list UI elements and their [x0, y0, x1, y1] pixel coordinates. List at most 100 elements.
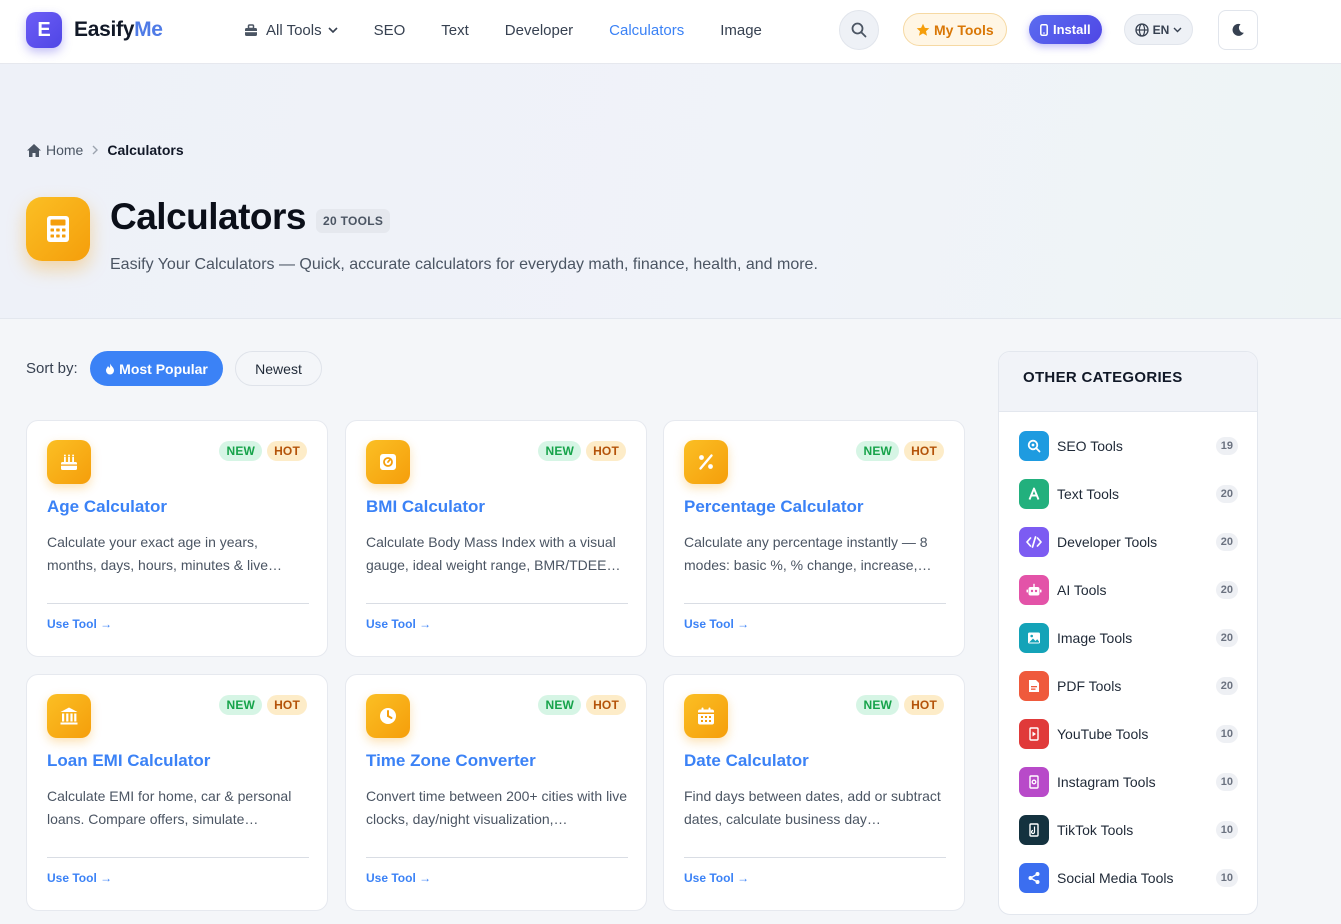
category-count: 20	[1215, 581, 1238, 599]
instagram-icon	[1019, 767, 1049, 797]
hot-badge: HOT	[267, 695, 307, 715]
use-tool-link[interactable]: Use Tool →	[366, 617, 431, 631]
calculator-icon	[26, 197, 90, 261]
install-button[interactable]: Install	[1029, 15, 1102, 44]
category-instagram-tools[interactable]: Instagram Tools 10	[1019, 767, 1238, 797]
category-count: 10	[1215, 773, 1238, 791]
nav-developer[interactable]: Developer	[505, 22, 573, 39]
nav-calculators[interactable]: Calculators	[609, 22, 684, 39]
tool-card-date-calculator[interactable]: NEW HOT Date Calculator Find days betwee…	[663, 674, 965, 911]
card-title[interactable]: Age Calculator	[47, 497, 167, 517]
image-icon	[1019, 623, 1049, 653]
category-name: TikTok Tools	[1057, 822, 1134, 838]
tool-card-loan-emi-calculator[interactable]: NEW HOT Loan EMI Calculator Calculate EM…	[26, 674, 328, 911]
card-description: Calculate EMI for home, car & personal l…	[47, 788, 292, 827]
breadcrumb: Home Calculators	[26, 142, 184, 158]
moon-icon	[1232, 23, 1244, 36]
category-tiktok-tools[interactable]: TikTok Tools 10	[1019, 815, 1238, 845]
card-badges: NEW HOT	[533, 441, 626, 461]
category-youtube-tools[interactable]: YouTube Tools 10	[1019, 719, 1238, 749]
card-divider	[366, 857, 628, 858]
category-count: 20	[1215, 485, 1238, 503]
nav-text[interactable]: Text	[441, 22, 469, 39]
logo-name-main: Easify	[74, 18, 135, 41]
category-text-tools[interactable]: Text Tools 20	[1019, 479, 1238, 509]
category-name: Image Tools	[1057, 630, 1133, 646]
sort-newest-button[interactable]: Newest	[235, 351, 322, 386]
sort-most-popular-button[interactable]: Most Popular	[90, 351, 223, 386]
toolbox-icon	[245, 23, 257, 36]
logo-text: EasifyMe	[74, 18, 163, 42]
share-icon	[1019, 863, 1049, 893]
card-badges: NEW HOT	[851, 695, 944, 715]
card-description: Calculate Body Mass Index with a visual …	[366, 534, 621, 573]
chevron-right-icon	[92, 145, 99, 155]
category-name: Developer Tools	[1057, 534, 1158, 550]
tool-card-percentage-calculator[interactable]: NEW HOT Percentage Calculator Calculate …	[663, 420, 965, 657]
card-title[interactable]: Date Calculator	[684, 751, 809, 771]
youtube-icon	[1019, 719, 1049, 749]
hot-badge: HOT	[586, 695, 626, 715]
category-ai-tools[interactable]: AI Tools 20	[1019, 575, 1238, 605]
nav-seo[interactable]: SEO	[374, 22, 406, 39]
language-label: EN	[1152, 22, 1170, 37]
hot-badge: HOT	[904, 695, 944, 715]
category-image-tools[interactable]: Image Tools 20	[1019, 623, 1238, 653]
my-tools-label: My Tools	[934, 21, 994, 38]
nav-all-tools[interactable]: All Tools	[244, 22, 338, 39]
category-count: 20	[1215, 533, 1238, 551]
other-categories-panel: OTHER CATEGORIES SEO Tools 19 Text Tools…	[998, 351, 1258, 915]
calendar-icon	[684, 694, 728, 738]
home-icon	[27, 143, 41, 157]
logo[interactable]: E EasifyMe	[26, 12, 163, 48]
new-badge: NEW	[219, 441, 263, 461]
category-count: 10	[1215, 725, 1238, 743]
my-tools-button[interactable]: My Tools	[903, 13, 1007, 46]
use-tool-link[interactable]: Use Tool →	[47, 871, 112, 885]
language-selector[interactable]: EN	[1124, 14, 1193, 45]
category-name: Instagram Tools	[1057, 774, 1156, 790]
use-tool-link[interactable]: Use Tool →	[684, 617, 749, 631]
fire-icon	[106, 363, 115, 374]
category-developer-tools[interactable]: Developer Tools 20	[1019, 527, 1238, 557]
theme-toggle-button[interactable]	[1218, 10, 1258, 50]
category-hero: Home Calculators Calculators 20 TOOLS Ea…	[0, 64, 1341, 319]
page-title: Calculators	[110, 196, 307, 237]
card-divider	[366, 603, 628, 604]
use-tool-link[interactable]: Use Tool →	[366, 871, 431, 885]
new-badge: NEW	[856, 695, 900, 715]
breadcrumb-home-label: Home	[46, 142, 84, 158]
category-name: Text Tools	[1057, 486, 1119, 502]
card-title[interactable]: Time Zone Converter	[366, 751, 536, 771]
category-name: PDF Tools	[1057, 678, 1122, 694]
nav-image[interactable]: Image	[720, 22, 762, 39]
category-name: YouTube Tools	[1057, 726, 1149, 742]
card-divider	[47, 603, 309, 604]
use-tool-link[interactable]: Use Tool →	[684, 871, 749, 885]
card-title[interactable]: Percentage Calculator	[684, 497, 864, 517]
page-description: Easify Your Calculators — Quick, accurat…	[110, 256, 818, 273]
chevron-down-icon	[1173, 27, 1182, 32]
card-description: Calculate your exact age in years, month…	[47, 534, 282, 573]
tool-card-time-zone-converter[interactable]: NEW HOT Time Zone Converter Convert time…	[345, 674, 647, 911]
search-button[interactable]	[839, 10, 879, 50]
category-seo-tools[interactable]: SEO Tools 19	[1019, 431, 1238, 461]
category-pdf-tools[interactable]: PDF Tools 20	[1019, 671, 1238, 701]
breadcrumb-home[interactable]: Home	[26, 142, 83, 158]
tool-card-age-calculator[interactable]: NEW HOT Age Calculator Calculate your ex…	[26, 420, 328, 657]
card-description: Find days between dates, add or subtract…	[684, 788, 941, 827]
category-count: 10	[1215, 821, 1238, 839]
card-divider	[684, 603, 946, 604]
use-tool-link[interactable]: Use Tool →	[47, 617, 112, 631]
percent-icon	[684, 440, 728, 484]
other-categories-heading: OTHER CATEGORIES	[999, 352, 1257, 412]
card-title[interactable]: Loan EMI Calculator	[47, 751, 210, 771]
card-title[interactable]: BMI Calculator	[366, 497, 485, 517]
new-badge: NEW	[856, 441, 900, 461]
card-badges: NEW HOT	[533, 695, 626, 715]
sort-label: Sort by:	[26, 360, 78, 377]
card-badges: NEW HOT	[214, 441, 307, 461]
category-social-media-tools[interactable]: Social Media Tools 10	[1019, 863, 1238, 893]
breadcrumb-current: Calculators	[107, 142, 184, 158]
tool-card-bmi-calculator[interactable]: NEW HOT BMI Calculator Calculate Body Ma…	[345, 420, 647, 657]
